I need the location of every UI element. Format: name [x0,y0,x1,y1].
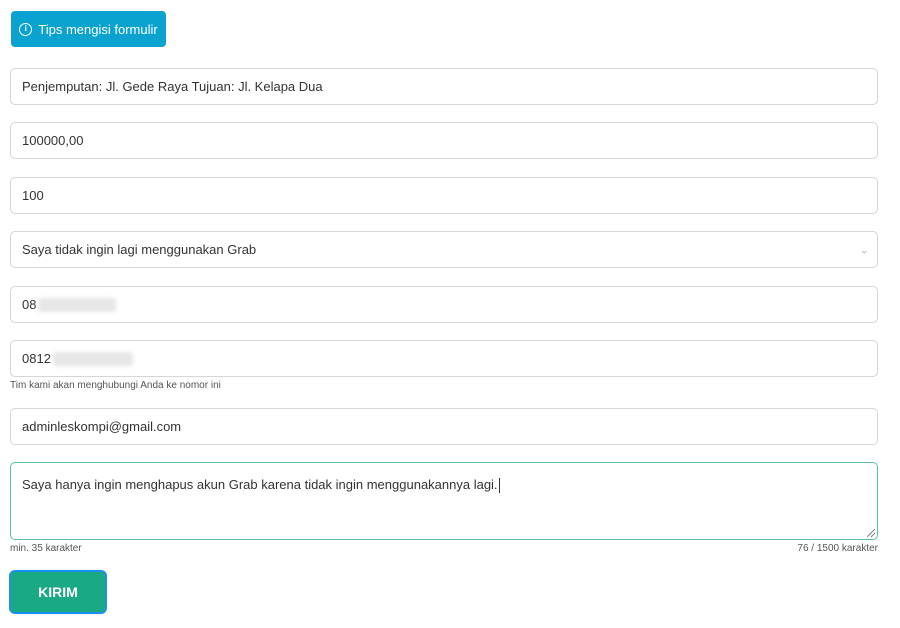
resize-handle[interactable] [867,529,875,537]
phone-prefix: 08 [22,297,37,312]
phone-field[interactable]: 08 [10,286,878,323]
redacted-number [52,351,133,366]
min-characters-hint: min. 35 karakter [10,543,82,554]
percent-value: 100 [22,188,44,203]
route-field[interactable]: Penjemputan: Jl. Gede Raya Tujuan: Jl. K… [10,68,878,105]
tips-button[interactable]: i Tips mengisi formulir [11,11,166,47]
character-counter: 76 / 1500 karakter [797,543,878,554]
message-textarea[interactable]: Saya hanya ingin menghapus akun Grab kar… [10,462,878,540]
route-value: Penjemputan: Jl. Gede Raya Tujuan: Jl. K… [22,79,323,94]
info-icon: i [19,22,33,36]
message-value: Saya hanya ingin menghapus akun Grab kar… [22,477,498,492]
contact-phone-prefix: 0812 [22,351,51,366]
chevron-down-icon: ⌄ [859,244,869,256]
submit-label: KIRIM [38,584,78,600]
amount-value: 100000,00 [22,133,84,148]
contact-phone-field[interactable]: 0812 [10,340,878,377]
text-caret [498,478,500,494]
percent-field[interactable]: 100 [10,177,878,214]
amount-field[interactable]: 100000,00 [10,122,878,159]
phone-helper-text: Tim kami akan menghubungi Anda ke nomor … [10,380,221,391]
email-value: adminleskompi@gmail.com [22,419,182,434]
reason-value: Saya tidak ingin lagi menggunakan Grab [22,242,257,257]
redacted-number [38,297,117,312]
tips-button-label: Tips mengisi formulir [38,21,158,37]
submit-button[interactable]: KIRIM [9,570,107,614]
email-field[interactable]: adminleskompi@gmail.com [10,408,878,445]
reason-select[interactable]: Saya tidak ingin lagi menggunakan Grab ⌄ [10,231,878,268]
